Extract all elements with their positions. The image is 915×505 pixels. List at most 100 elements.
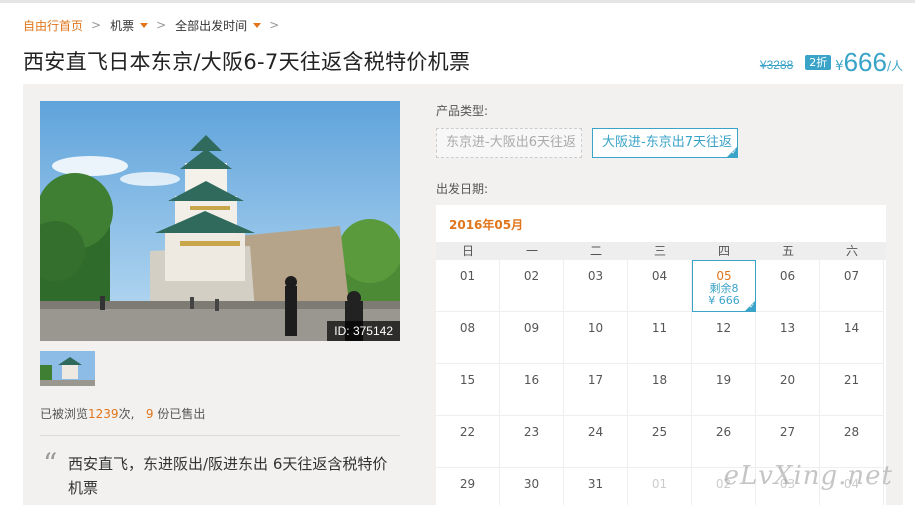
calendar-day[interactable]: 09 [500,312,564,364]
calendar-day-number: 19 [715,373,732,387]
calendar-day-number: 14 [843,321,860,335]
calendar-day-number: 13 [779,321,796,335]
calendar-day-number: 25 [651,425,668,439]
calendar-day-number: 09 [523,321,540,335]
calendar-day-number: 01 [459,269,476,283]
calendar-day[interactable]: 19 [692,364,756,416]
weekday-label: 四 [717,244,730,258]
calendar-day[interactable]: 01 [436,260,500,312]
calendar-day[interactable]: 21 [820,364,884,416]
page-title: 西安直飞日本东京/大阪6-7天往返含税特价机票 [23,50,471,74]
calendar-day-number: 20 [779,373,796,387]
breadcrumb-separator: > [269,18,280,32]
calendar-day[interactable]: 11 [628,312,692,364]
calendar-day-selected[interactable]: 05 剩余8 ¥ 666 [692,260,756,312]
current-price: 666 [843,47,887,77]
calendar-day[interactable]: 06 [756,260,820,312]
calendar-day-number: 02 [523,269,540,283]
calendar-day-number: 21 [843,373,860,387]
calendar-day-number: 23 [523,425,540,439]
calendar-day-number: 10 [587,321,604,335]
views-prefix: 已被浏览 [40,407,89,421]
calendar-day-number: 31 [587,477,604,491]
product-photo[interactable]: ID: 375142 [40,101,400,341]
calendar-day[interactable]: 20 [756,364,820,416]
weekday-label: 二 [589,244,602,258]
product-type-option-tokyo-in[interactable]: 东京进-大阪出6天往返 [436,128,582,158]
calendar-day-number: 24 [587,425,604,439]
breadcrumb-flight-label: 机票 [110,18,135,33]
weekday-label: 一 [525,244,538,258]
calendar-day-number: 06 [779,269,796,283]
calendar-weekday-header: 日 一 二 三 四 五 六 [436,242,886,260]
calendar-day[interactable]: 02 [500,260,564,312]
calendar-day[interactable]: 22 [436,416,500,468]
calendar-day[interactable]: 18 [628,364,692,416]
calendar-day-number: 22 [459,425,476,439]
product-type-option-label: 东京进-大阪出6天往返 [446,135,576,150]
calendar-day-number: 05 [716,269,732,283]
calendar-day-number: 29 [459,477,476,491]
product-type-option-label: 大阪进-东京出7天往返 [602,135,732,150]
calendar-day: 01 [628,468,692,505]
calendar-day[interactable]: 04 [628,260,692,312]
calendar-day-number: 07 [843,269,860,283]
calendar-day[interactable]: 10 [564,312,628,364]
weekday-label: 日 [461,244,474,258]
calendar-week-row: 08 09 10 11 12 13 14 [436,312,886,364]
sold-count: 9 [145,407,154,421]
calendar-day[interactable]: 23 [500,416,564,468]
calendar-day-number: 11 [651,321,668,335]
discount-badge: 2折 [805,55,832,70]
calendar-day[interactable]: 12 [692,312,756,364]
breadcrumb-separator: > [91,18,102,32]
product-description: 西安直飞，东进阪出/阪进东出 6天往返含税特价机票 [68,455,388,497]
calendar-day[interactable]: 25 [628,416,692,468]
calendar-day-number: 03 [587,269,604,283]
breadcrumb-home-link[interactable]: 自由行首页 [23,17,83,34]
weekday-label: 六 [845,244,858,258]
calendar-day[interactable]: 14 [820,312,884,364]
calendar-day[interactable]: 29 [436,468,500,505]
product-type-option-osaka-in[interactable]: 大阪进-东京出7天往返 [592,128,738,158]
breadcrumb-departure-time-dropdown[interactable]: 全部出发时间 [175,17,262,34]
calendar-day[interactable]: 30 [500,468,564,505]
calendar-day[interactable]: 16 [500,364,564,416]
calendar-day-number: 30 [523,477,540,491]
calendar-day-number: 27 [779,425,796,439]
calendar-day-number: 12 [715,321,732,335]
calendar-day-number: 28 [843,425,860,439]
checkmark-corner-icon [727,147,737,157]
views-suffix: 次, [118,407,135,421]
view-sold-stats: 已被浏览1239次, 9 份已售出 [40,405,205,422]
photo-thumbnail[interactable] [40,351,95,386]
calendar-day[interactable]: 07 [820,260,884,312]
product-panel: ID: 375142 已被浏览1239次, 9 份已售出 “ 西安直飞，东进阪出… [23,84,903,505]
calendar-day-number: 18 [651,373,668,387]
product-type-label: 产品类型: [436,104,489,118]
breadcrumb-departure-time-label: 全部出发时间 [175,18,248,33]
weekday-label: 五 [781,244,794,258]
watermark: eLvXing.net [723,461,893,491]
views-count: 1239 [88,407,119,421]
top-border [0,0,915,3]
calendar-day[interactable]: 24 [564,416,628,468]
calendar-day[interactable]: 08 [436,312,500,364]
price-unit: /人 [886,59,903,73]
calendar-month: 2016年05月 [449,218,524,232]
checkmark-corner-icon [745,301,755,311]
calendar-week-row: 15 16 17 18 19 20 21 [436,364,886,416]
calendar-day[interactable]: 17 [564,364,628,416]
calendar-day[interactable]: 03 [564,260,628,312]
calendar-day[interactable]: 31 [564,468,628,505]
breadcrumb-flight-dropdown[interactable]: 机票 [110,17,149,34]
calendar-day-number: 01 [651,477,668,491]
divider [40,435,400,436]
calendar-day[interactable]: 15 [436,364,500,416]
caret-down-icon [253,22,262,28]
thumbnail-image [40,351,95,386]
osaka-castle-image [40,101,400,341]
calendar-day[interactable]: 13 [756,312,820,364]
price-area: ¥3288 2折 ¥ 666 /人 [760,48,903,76]
price-currency: ¥ [835,59,844,74]
